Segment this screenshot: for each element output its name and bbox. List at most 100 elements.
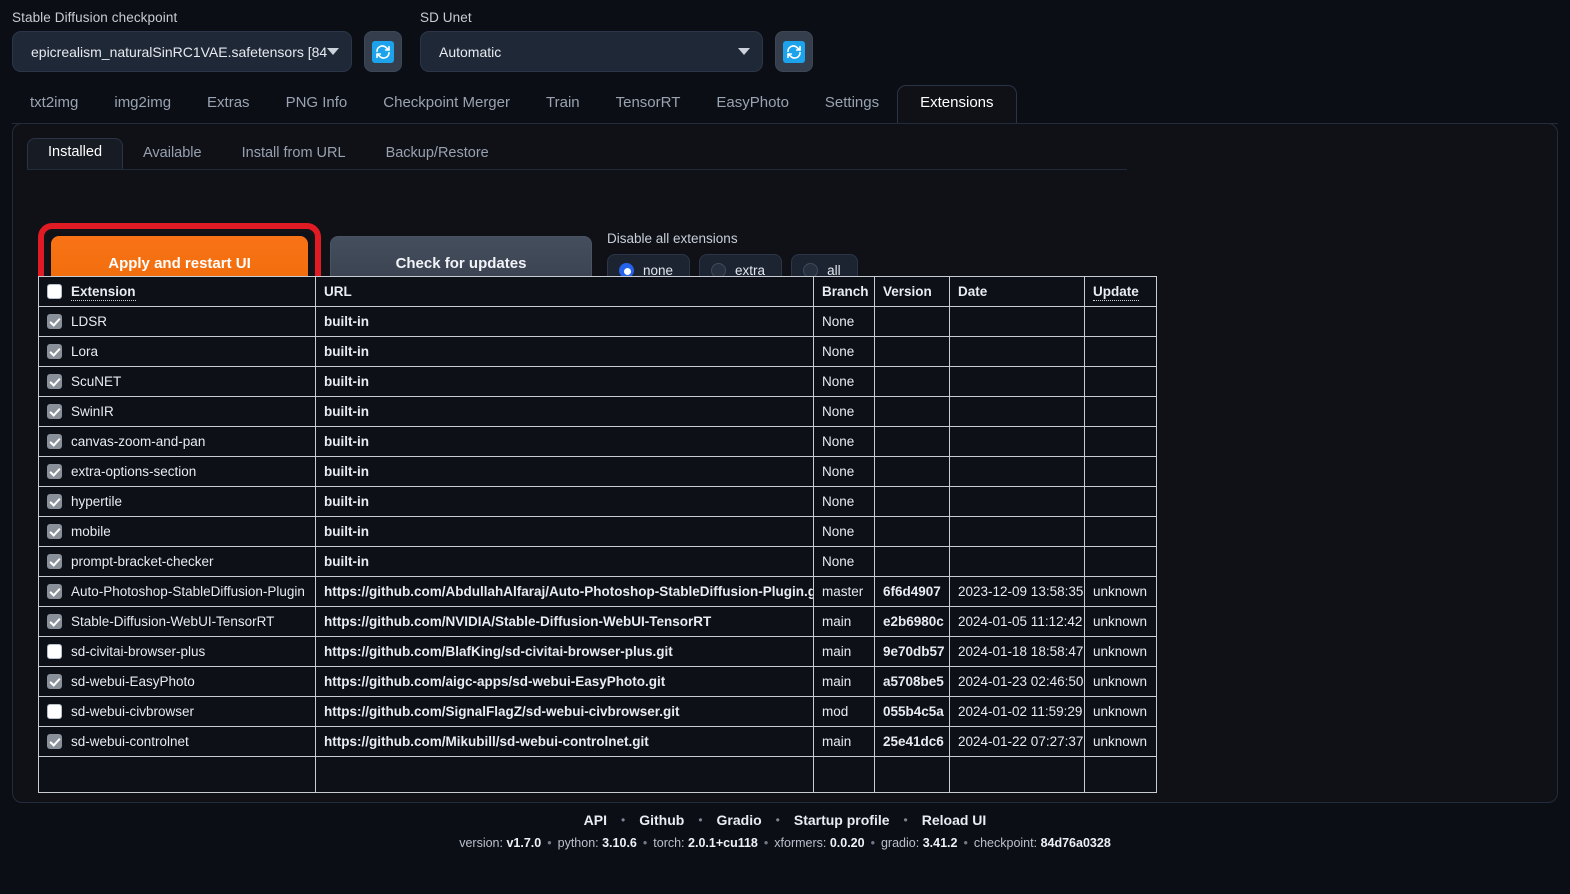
footer-link-gradio[interactable]: Gradio bbox=[703, 812, 776, 828]
unet-value: Automatic bbox=[439, 43, 502, 60]
table-row: sd-webui-EasyPhoto https://github.com/aig… bbox=[38, 666, 1157, 697]
cell-url[interactable]: built-in bbox=[315, 366, 814, 397]
cell-version bbox=[874, 546, 950, 577]
column-header-update[interactable]: Update bbox=[1084, 276, 1157, 307]
extension-name-label: sd-civitai-browser-plus bbox=[71, 644, 206, 659]
column-header-extension[interactable]: Extension bbox=[38, 276, 316, 307]
extension-enabled-checkbox[interactable] bbox=[47, 734, 62, 749]
tab-train[interactable]: Train bbox=[528, 87, 598, 123]
cell-url[interactable]: https://github.com/SignalFlagZ/sd-webui-… bbox=[315, 696, 814, 727]
extension-enabled-checkbox[interactable] bbox=[47, 674, 62, 689]
cell-url[interactable]: https://github.com/Mikubill/sd-webui-con… bbox=[315, 726, 814, 757]
webui-page: Stable Diffusion checkpoint epicrealism_… bbox=[0, 0, 1570, 894]
cell-update bbox=[1084, 456, 1157, 487]
footer-version-separator: • bbox=[763, 836, 769, 850]
subtab-install-from-url[interactable]: Install from URL bbox=[222, 140, 366, 169]
cell-url[interactable]: built-in bbox=[315, 516, 814, 547]
cell-version bbox=[874, 336, 950, 367]
tab-img2img[interactable]: img2img bbox=[96, 87, 189, 123]
table-row: prompt-bracket-checker built-in None bbox=[38, 546, 1157, 577]
cell-update bbox=[1084, 336, 1157, 367]
unet-refresh-button[interactable] bbox=[775, 31, 813, 72]
cell-version bbox=[874, 366, 950, 397]
subtab-available[interactable]: Available bbox=[123, 140, 222, 169]
cell-url[interactable]: https://github.com/NVIDIA/Stable-Diffusi… bbox=[315, 606, 814, 637]
extension-enabled-checkbox[interactable] bbox=[47, 644, 62, 659]
tab-extras[interactable]: Extras bbox=[189, 87, 268, 123]
table-row: mobile built-in None bbox=[38, 516, 1157, 547]
footer-link-api[interactable]: API bbox=[570, 812, 621, 828]
table-row: ScuNET built-in None bbox=[38, 366, 1157, 397]
cell-branch: None bbox=[813, 456, 875, 487]
cell-url[interactable]: built-in bbox=[315, 426, 814, 457]
column-header-label: Branch bbox=[822, 284, 869, 299]
extension-name-label: Stable-Diffusion-WebUI-TensorRT bbox=[71, 614, 275, 629]
footer-link-github[interactable]: Github bbox=[625, 812, 698, 828]
table-row: canvas-zoom-and-pan built-in None bbox=[38, 426, 1157, 457]
table-row: Auto-Photoshop-StableDiffusion-Plugin htt… bbox=[38, 576, 1157, 607]
cell-url[interactable]: built-in bbox=[315, 306, 814, 337]
cell-branch: main bbox=[813, 606, 875, 637]
checkpoint-value: epicrealism_naturalSinRC1VAE.safetensors… bbox=[31, 43, 327, 60]
table-row: Lora built-in None bbox=[38, 336, 1157, 367]
disable-all-extensions-label: Disable all extensions bbox=[607, 231, 738, 246]
extension-enabled-checkbox[interactable] bbox=[47, 464, 62, 479]
cell-branch: master bbox=[813, 576, 875, 607]
cell-date bbox=[949, 336, 1085, 367]
cell-url[interactable]: built-in bbox=[315, 546, 814, 577]
tab-png-info[interactable]: PNG Info bbox=[268, 87, 366, 123]
cell-url[interactable]: https://github.com/aigc-apps/sd-webui-Ea… bbox=[315, 666, 814, 697]
extension-enabled-checkbox[interactable] bbox=[47, 614, 62, 629]
table-row: extra-options-section built-in None bbox=[38, 456, 1157, 487]
extension-enabled-checkbox[interactable] bbox=[47, 704, 62, 719]
cell-empty bbox=[315, 756, 814, 793]
tab-easyphoto[interactable]: EasyPhoto bbox=[698, 87, 807, 123]
footer-version-separator: • bbox=[963, 836, 968, 850]
extension-enabled-checkbox[interactable] bbox=[47, 374, 62, 389]
cell-url[interactable]: built-in bbox=[315, 456, 814, 487]
extension-enabled-checkbox[interactable] bbox=[47, 404, 62, 419]
subtab-backup-restore[interactable]: Backup/Restore bbox=[366, 140, 509, 169]
tab-checkpoint-merger[interactable]: Checkpoint Merger bbox=[365, 87, 528, 123]
tab-extensions[interactable]: Extensions bbox=[897, 85, 1017, 124]
unet-select[interactable]: Automatic bbox=[420, 31, 763, 72]
cell-date: 2024-01-23 02:46:50 bbox=[949, 666, 1085, 697]
footer-version-separator: • bbox=[870, 836, 875, 850]
column-header-label: Date bbox=[958, 284, 988, 299]
tab-settings[interactable]: Settings bbox=[807, 87, 897, 123]
cell-update: unknown bbox=[1084, 606, 1157, 637]
cell-url[interactable]: https://github.com/AbdullahAlfaraj/Auto-… bbox=[315, 576, 814, 607]
cell-url[interactable]: built-in bbox=[315, 486, 814, 517]
unet-row: Automatic bbox=[420, 31, 820, 72]
extension-enabled-checkbox[interactable] bbox=[47, 524, 62, 539]
cell-url[interactable]: built-in bbox=[315, 336, 814, 367]
cell-update: unknown bbox=[1084, 636, 1157, 667]
extension-name-label: ScuNET bbox=[71, 374, 122, 389]
tab-txt2img[interactable]: txt2img bbox=[12, 87, 96, 123]
cell-url[interactable]: https://github.com/BlafKing/sd-civitai-b… bbox=[315, 636, 814, 667]
footer-version-value: 0.0.20 bbox=[829, 836, 865, 850]
extension-enabled-checkbox[interactable] bbox=[47, 344, 62, 359]
tab-tensorrt[interactable]: TensorRT bbox=[598, 87, 699, 123]
select-all-checkbox[interactable] bbox=[47, 284, 62, 299]
extensions-table: Extension URL Branch Version Date Update LDSR… bbox=[38, 276, 1157, 793]
cell-update bbox=[1084, 306, 1157, 337]
cell-date bbox=[949, 426, 1085, 457]
footer-link-reload-ui[interactable]: Reload UI bbox=[908, 812, 1001, 828]
extension-enabled-checkbox[interactable] bbox=[47, 434, 62, 449]
cell-date bbox=[949, 396, 1085, 427]
footer-version-value: 3.10.6 bbox=[602, 836, 637, 850]
extension-name-label: Auto-Photoshop-StableDiffusion-Plugin bbox=[71, 584, 305, 599]
extension-enabled-checkbox[interactable] bbox=[47, 314, 62, 329]
checkpoint-select[interactable]: epicrealism_naturalSinRC1VAE.safetensors… bbox=[12, 31, 352, 72]
extension-enabled-checkbox[interactable] bbox=[47, 494, 62, 509]
cell-url[interactable]: built-in bbox=[315, 396, 814, 427]
extension-enabled-checkbox[interactable] bbox=[47, 584, 62, 599]
checkpoint-refresh-button[interactable] bbox=[364, 31, 402, 72]
cell-version: 055b4c5a bbox=[874, 696, 950, 727]
extension-enabled-checkbox[interactable] bbox=[47, 554, 62, 569]
cell-extension-name: extra-options-section bbox=[38, 456, 316, 487]
cell-extension-name: Lora bbox=[38, 336, 316, 367]
subtab-installed[interactable]: Installed bbox=[27, 138, 124, 169]
footer-link-startup-profile[interactable]: Startup profile bbox=[780, 812, 904, 828]
